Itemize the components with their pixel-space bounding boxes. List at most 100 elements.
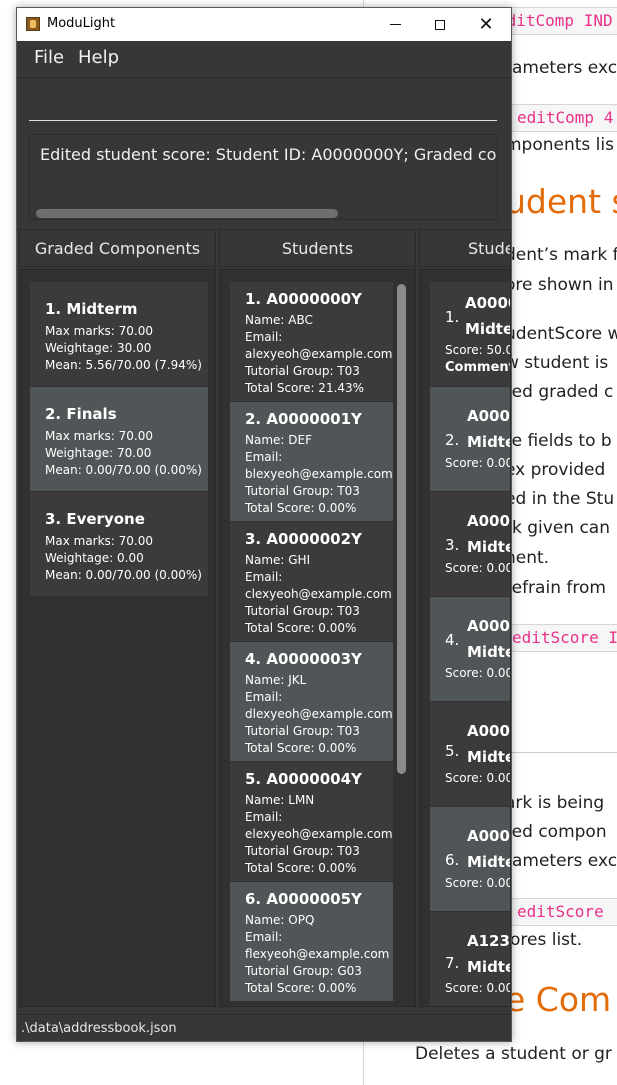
score-index: 5. <box>445 742 460 760</box>
students-list[interactable]: 1. A0000000Y Name: ABC Email: alexyeoh@e… <box>219 269 416 1007</box>
student-email: elexyeoh@example.com <box>245 827 393 841</box>
score-student-id: A0000 <box>465 294 510 312</box>
student-total-score: Total Score: 0.00% <box>245 981 357 995</box>
command-input[interactable] <box>29 86 501 120</box>
student-name: Name: LMN <box>245 793 315 807</box>
score-student-id: A0000 <box>467 512 510 530</box>
close-button[interactable]: ✕ <box>463 8 509 41</box>
student-email-label: Email: <box>245 930 283 944</box>
graded-components-header: Graded Components <box>19 229 216 267</box>
component-weightage: Weightage: 0.00 <box>45 551 144 565</box>
student-name: Name: ABC <box>245 313 313 327</box>
title-bar[interactable]: ModuLight ✕ <box>17 8 511 41</box>
student-name: Name: JKL <box>245 673 307 687</box>
bg-code-editcomp-4: editComp 4 <box>510 104 617 132</box>
student-tutorial-group: Tutorial Group: G03 <box>245 964 362 978</box>
student-card[interactable]: 5. A0000004Y Name: LMN Email: elexyeoh@e… <box>230 762 393 881</box>
score-comment: Comment <box>445 360 511 375</box>
student-scores-header: Stude <box>419 229 511 267</box>
student-title: 2. A0000001Y <box>245 410 362 428</box>
window-title: ModuLight <box>47 16 116 31</box>
result-display[interactable]: Edited student score: Student ID: A00000… <box>29 134 498 220</box>
component-weightage: Weightage: 70.00 <box>45 446 152 460</box>
bg-text: ted compon <box>505 822 607 842</box>
student-email: dlexyeoh@example.com <box>245 707 393 721</box>
student-card[interactable]: 2. A0000001Y Name: DEF Email: blexyeoh@e… <box>230 402 393 521</box>
student-title: 6. A0000005Y <box>245 890 362 908</box>
score-component: Midte <box>465 320 511 338</box>
score-card[interactable]: 3. A0000 Midte Score: 0.00 <box>430 492 511 596</box>
score-card[interactable]: 2. A0000 Midte Score: 0.00 <box>430 387 510 491</box>
bg-text: re fields to b <box>505 431 612 451</box>
student-name: Name: GHI <box>245 553 311 567</box>
score-card[interactable]: 4. A0000 Midte Score: 0.00, <box>430 597 511 701</box>
student-card[interactable]: 6. A0000005Y Name: OPQ Email: flexyeoh@e… <box>230 882 393 1001</box>
student-title: 5. A0000004Y <box>245 770 362 788</box>
score-component: Midte <box>467 958 511 976</box>
score-value: Score: 50.00 <box>445 343 510 357</box>
score-index: 6. <box>445 851 460 869</box>
bg-text: rameters exc <box>505 851 617 871</box>
maximize-button[interactable] <box>417 8 463 41</box>
bg-text: refrain from <box>505 578 606 598</box>
graded-components-list[interactable]: 1. Midterm Max marks: 70.00 Weightage: 3… <box>19 269 216 1007</box>
student-scores-list[interactable]: 1. A0000 Midte Score: 50.00 Comment 2. A… <box>419 269 511 1007</box>
student-card[interactable]: 3. A0000002Y Name: GHI Email: clexyeoh@e… <box>230 522 393 641</box>
result-horizontal-scrollbar[interactable] <box>36 209 338 218</box>
student-email: flexyeoh@example.com <box>245 947 390 961</box>
score-card[interactable]: 1. A0000 Midte Score: 50.00 Comment <box>430 282 511 386</box>
score-value: Score: 0.00, <box>445 666 511 680</box>
score-component: Midte <box>467 538 511 556</box>
menu-help[interactable]: Help <box>78 47 119 68</box>
student-total-score: Total Score: 0.00% <box>245 741 357 755</box>
bg-rule <box>505 752 617 753</box>
component-max-marks: Max marks: 70.00 <box>45 534 154 548</box>
component-title: 3. Everyone <box>45 510 145 528</box>
maximize-icon <box>435 19 445 30</box>
graded-component-card[interactable]: 1. Midterm Max marks: 70.00 Weightage: 3… <box>30 282 208 386</box>
bg-text: dent’s mark f <box>505 245 617 265</box>
score-value: Score: 0.00, <box>445 771 511 785</box>
graded-component-card[interactable]: 3. Everyone Max marks: 70.00 Weightage: … <box>30 492 208 596</box>
student-total-score: Total Score: 21.43% <box>245 381 365 395</box>
student-email-label: Email: <box>245 810 283 824</box>
bg-text: udentScore w <box>505 324 617 344</box>
student-total-score: Total Score: 0.00% <box>245 861 357 875</box>
score-student-id: A0000 <box>467 617 510 635</box>
bg-text: ed in the Stu <box>505 489 615 509</box>
score-index: 1. <box>445 308 460 326</box>
score-component: Midte <box>467 643 511 661</box>
score-student-id: A0000 <box>467 827 510 845</box>
student-email-label: Email: <box>245 690 283 704</box>
bg-heading: e Com <box>505 980 612 1019</box>
component-mean: Mean: 0.00/70.00 (0.00%) <box>45 463 202 477</box>
student-tutorial-group: Tutorial Group: T03 <box>245 364 360 378</box>
score-value: Score: 0.00, <box>445 981 511 995</box>
student-email-label: Email: <box>245 450 283 464</box>
bg-text: rk given can <box>505 518 610 538</box>
student-card[interactable]: 1. A0000000Y Name: ABC Email: alexyeoh@e… <box>230 282 393 401</box>
score-card[interactable]: 6. A0000 Midte Score: 0.00, <box>430 807 511 911</box>
score-card[interactable]: 7. A1234 Midte Score: 0.00, <box>430 912 511 1006</box>
bg-text: ores list. <box>510 930 583 950</box>
bg-code-editscore: editScore IN <box>505 624 617 652</box>
menu-file[interactable]: File <box>34 47 64 68</box>
score-component: Midte <box>467 853 511 871</box>
student-title: 1. A0000000Y <box>245 290 362 308</box>
student-tutorial-group: Tutorial Group: T03 <box>245 844 360 858</box>
component-max-marks: Max marks: 70.00 <box>45 324 154 338</box>
student-card[interactable]: 4. A0000003Y Name: JKL Email: dlexyeoh@e… <box>230 642 393 761</box>
student-tutorial-group: Tutorial Group: T03 <box>245 484 360 498</box>
minimize-icon <box>389 24 401 25</box>
bg-code-editscore-2: editScore <box>510 898 617 926</box>
component-title: 1. Midterm <box>45 300 138 318</box>
students-header: Students <box>219 229 416 267</box>
graded-component-card[interactable]: 2. Finals Max marks: 70.00 Weightage: 70… <box>30 387 208 491</box>
score-card[interactable]: 5. A0000 Midte Score: 0.00, <box>430 702 511 806</box>
component-weightage: Weightage: 30.00 <box>45 341 152 355</box>
status-bar: .\data\addressbook.json <box>17 1014 511 1041</box>
minimize-button[interactable] <box>372 8 418 41</box>
bg-text: ark is being <box>505 793 605 813</box>
score-index: 7. <box>445 954 460 972</box>
students-vertical-scrollbar[interactable] <box>397 284 406 774</box>
